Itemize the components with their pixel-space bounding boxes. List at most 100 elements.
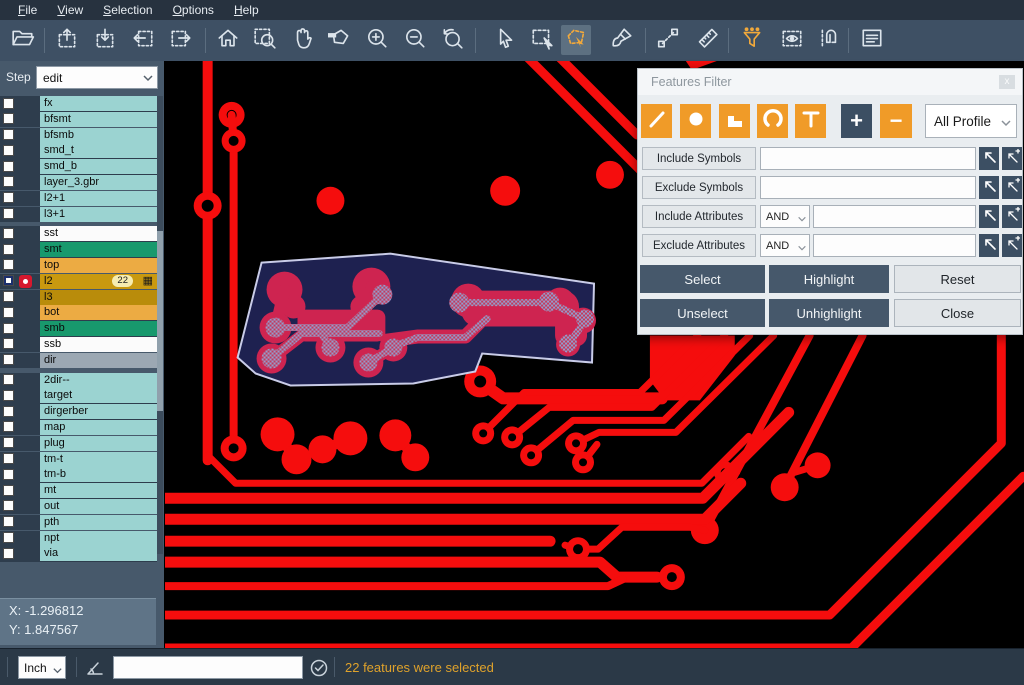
measure-distance-button[interactable] [653,25,683,55]
select-button[interactable]: Select [640,265,765,293]
layer-name[interactable]: pth [40,515,157,530]
select-polygon-button[interactable] [561,25,591,55]
profile-dropdown[interactable]: All Profile [925,104,1017,138]
angle-measure-icon[interactable] [84,657,106,679]
layer-checkbox[interactable] [3,228,14,239]
layer-indicator[interactable] [19,160,32,173]
layer-name[interactable]: l2+1 [40,191,157,206]
layer-name[interactable]: ssb [40,337,157,352]
layer-indicator[interactable] [19,176,32,189]
layer-row-out[interactable]: out [0,499,157,515]
layer-checkbox[interactable] [3,374,14,385]
layer-row-top[interactable]: top [0,258,157,274]
layer-indicator[interactable] [19,227,32,240]
layer-name[interactable]: 2dir-- [40,373,157,388]
pick-symbol-button[interactable] [979,147,999,170]
step-dropdown[interactable]: edit [36,66,158,89]
layer-name[interactable]: layer_3.gbr [40,175,157,190]
layer-indicator[interactable] [19,500,32,513]
menu-options[interactable]: Options [163,0,224,20]
menu-file[interactable]: File [8,0,47,20]
layer-name[interactable]: out [40,499,157,514]
layer-name[interactable]: smt [40,242,157,257]
close-icon[interactable]: x [999,75,1015,89]
pick-attribute-button[interactable] [979,205,999,228]
filter-type-surface-button[interactable] [719,104,750,138]
layer-checkbox[interactable] [3,323,14,334]
layer-name[interactable]: l222▦ [40,274,157,289]
layer-name[interactable]: tm-t [40,452,157,467]
layer-name[interactable]: sst [40,226,157,241]
layer-indicator[interactable] [19,306,32,319]
layer-row-dir[interactable]: dir [0,353,157,369]
highlight-button[interactable]: Highlight [769,265,889,293]
layer-row-sst[interactable]: sst [0,226,157,242]
layer-row-layer_3.gbr[interactable]: layer_3.gbr [0,175,157,191]
layer-name[interactable]: l3+1 [40,207,157,222]
layer-indicator[interactable] [19,144,32,157]
pick-add-attribute-button[interactable] [1002,234,1022,257]
pan-left-button[interactable] [128,25,158,55]
layer-checkbox[interactable] [3,129,14,140]
include-attributes-field[interactable] [813,205,976,228]
layer-row-plug[interactable]: plug [0,436,157,452]
layer-name[interactable]: l3 [40,290,157,305]
layer-row-l3[interactable]: l3 [0,290,157,306]
layer-name[interactable]: via [40,546,157,561]
layer-name[interactable]: bfsmt [40,112,157,127]
layer-indicator[interactable] [19,243,32,256]
layer-row-bot[interactable]: bot [0,305,157,321]
layer-name[interactable]: bfsmb [40,128,157,143]
layer-name[interactable]: bot [40,305,157,320]
layer-checkbox[interactable] [3,338,14,349]
menu-view[interactable]: View [47,0,93,20]
remove-filter-button[interactable]: − [880,104,912,138]
layer-row-smd_t[interactable]: smd_t [0,143,157,159]
layer-checkbox[interactable] [3,437,14,448]
layer-indicator[interactable] [19,421,32,434]
home-view-button[interactable] [213,25,243,55]
layer-name[interactable]: plug [40,436,157,451]
pick-attribute-button[interactable] [979,234,999,257]
layer-indicator[interactable] [19,516,32,529]
layer-indicator[interactable] [19,532,32,545]
layer-row-ssb[interactable]: ssb [0,337,157,353]
include-symbols-button[interactable]: Include Symbols [642,147,756,170]
exclude-attributes-operator[interactable]: AND [760,234,810,257]
layer-indicator[interactable] [19,437,32,450]
reset-button[interactable]: Reset [894,265,1021,293]
layer-indicator[interactable] [19,453,32,466]
unhighlight-button[interactable]: Unhighlight [769,299,889,327]
exclude-attributes-field[interactable] [813,234,976,257]
layer-checkbox[interactable] [3,406,14,417]
layer-checkbox[interactable] [3,469,14,480]
layer-row-mt[interactable]: mt [0,483,157,499]
active-layer-indicator[interactable] [19,275,32,288]
layer-checkbox[interactable] [3,275,14,286]
layer-indicator[interactable] [19,322,32,335]
select-rectangle-button[interactable] [527,25,557,55]
layer-row-npt[interactable]: npt [0,531,157,547]
units-dropdown[interactable]: Inch [18,656,66,679]
select-brush-button[interactable] [607,25,637,55]
sync-check-icon[interactable] [308,657,330,679]
add-filter-button[interactable]: + [841,104,872,138]
snap-button[interactable] [815,25,845,55]
layer-name[interactable]: smd_b [40,159,157,174]
zoom-in-button[interactable] [362,25,392,55]
include-attributes-operator[interactable]: AND [760,205,810,228]
menu-help[interactable]: Help [224,0,269,20]
layer-checkbox[interactable] [3,548,14,559]
filter-type-pad-button[interactable] [680,104,711,138]
layer-name[interactable]: smb [40,321,157,336]
filter-type-arc-button[interactable] [757,104,788,138]
layer-row-smt[interactable]: smt [0,242,157,258]
select-pointer-button[interactable] [490,25,520,55]
layer-indicator[interactable] [19,547,32,560]
layer-name[interactable]: mt [40,483,157,498]
dialog-title-bar[interactable]: Features Filter x [638,69,1022,95]
layer-name[interactable]: dirgerber [40,404,157,419]
layer-checkbox[interactable] [3,291,14,302]
exclude-symbols-field[interactable] [760,176,976,199]
layer-row-target[interactable]: target [0,388,157,404]
